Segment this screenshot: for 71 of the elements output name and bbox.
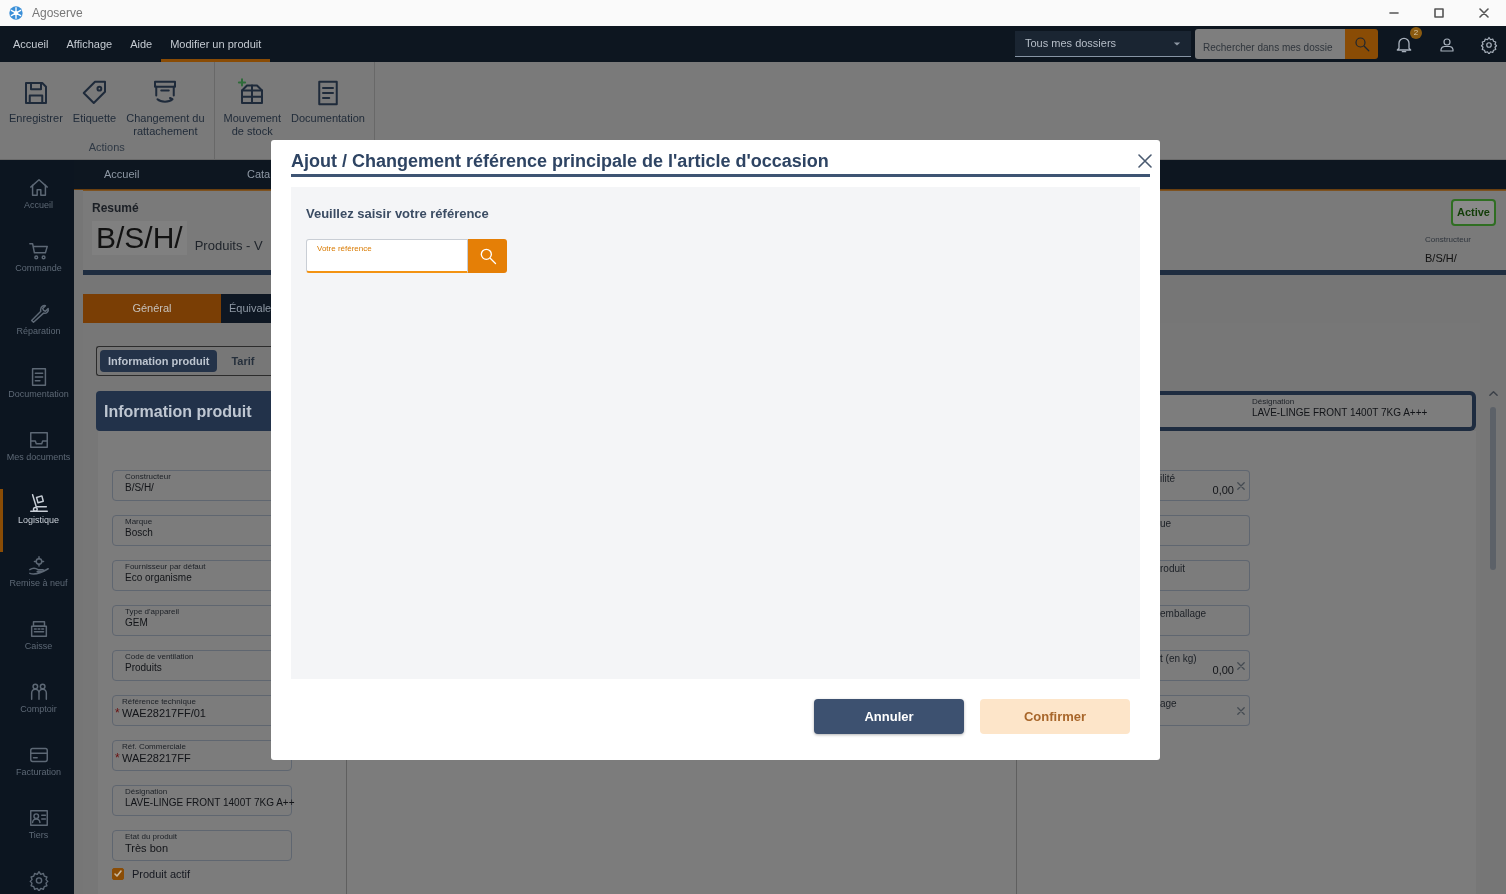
product-category: Produits - V <box>194 236 263 255</box>
close-icon <box>1138 153 1152 168</box>
gear-hand-icon <box>27 555 50 577</box>
scrollbar-thumb[interactable] <box>1490 407 1496 570</box>
sidebar-item[interactable]: Tiers <box>0 804 74 867</box>
sidebar-item[interactable]: Logistique <box>0 489 74 552</box>
cancel-button[interactable]: Annuler <box>814 698 964 734</box>
breadcrumb-link[interactable]: Accueil <box>104 166 247 183</box>
id-card-icon <box>27 807 50 829</box>
menu-tab[interactable]: Affichage <box>57 26 122 62</box>
field-value: LAVE-LINGE FRONT 1400T 7KG A+++ <box>1252 406 1429 419</box>
sub-tab[interactable]: Information produit <box>100 350 218 372</box>
toolbar-button[interactable]: Enregistrer <box>4 76 68 140</box>
checkbox-label: Produit actif <box>132 866 191 882</box>
sidebar-item[interactable]: Mes documents <box>0 426 74 489</box>
toolbar-button[interactable]: Documentation <box>286 76 370 140</box>
settings-icon <box>27 870 50 891</box>
status-badge: Active <box>1450 199 1496 226</box>
check-icon <box>113 869 123 879</box>
cart-icon <box>27 240 50 262</box>
search-field[interactable]: Rechercher dans mes dossie <box>1195 29 1345 59</box>
toolbar-button[interactable]: Changement du rattachement <box>121 76 210 140</box>
dropdown-field[interactable]: Etat du produit Très bon <box>112 830 292 861</box>
sidebar-item[interactable]: Caisse <box>0 615 74 678</box>
folder-dropdown[interactable]: Tous mes dossiers <box>1015 31 1191 57</box>
sidebar-item[interactable]: Facturation <box>0 741 74 804</box>
caret-up-icon <box>1488 389 1498 399</box>
app-logo-icon <box>8 5 24 21</box>
sidebar-item[interactable]: Commande <box>0 237 74 300</box>
clear-icon <box>1237 661 1245 670</box>
input-field[interactable]: Désignation LAVE-LINGE FRONT 1400T 7KG A++ <box>112 785 292 816</box>
clear-icon <box>1237 481 1245 490</box>
user-icon <box>1438 35 1456 54</box>
field-label: Désignation <box>1252 398 1296 407</box>
sidebar-item[interactable]: Réparation <box>0 300 74 363</box>
sidebar-item[interactable]: Comptoir <box>0 678 74 741</box>
field-label: Votre référence <box>317 243 372 256</box>
toolbar-button[interactable]: Etiquette <box>67 76 122 140</box>
toolbar-button[interactable]: Mouvement de stock <box>218 76 286 140</box>
sidebar-item[interactable]: Remise à neuf <box>0 552 74 615</box>
clear-icon <box>1237 706 1245 715</box>
window-title: Agoserve <box>32 5 83 22</box>
sidebar-item[interactable]: Accueil <box>0 174 74 237</box>
required-mark: * <box>115 705 120 722</box>
section-header: Information produit <box>96 391 271 431</box>
dropdown-caret-icon <box>1173 39 1181 48</box>
search-icon <box>1352 35 1371 53</box>
input-field[interactable]: * Réf. Commerciale WAE28217FF <box>112 740 292 771</box>
inbox-icon <box>27 429 50 451</box>
summary-title: Resumé <box>92 200 140 217</box>
maker-label: Constructeur <box>1425 233 1471 246</box>
search-button[interactable] <box>468 239 507 274</box>
hand-truck-icon <box>27 492 50 514</box>
notification-count: 2 <box>1410 27 1422 39</box>
product-code: B/S/H/ <box>92 221 187 255</box>
required-mark: * <box>115 750 120 767</box>
maximize-icon <box>1433 8 1444 18</box>
sub-tab[interactable]: Tarif <box>223 350 263 372</box>
menu-tab[interactable]: Aide <box>121 26 162 62</box>
search-button[interactable] <box>1345 29 1378 59</box>
reference-field[interactable] <box>306 239 468 274</box>
checkbox[interactable] <box>112 868 124 880</box>
group-label: Actions <box>88 140 125 156</box>
maker-value: B/S/H/ <box>1425 250 1457 266</box>
menu-tab[interactable]: Accueil <box>4 26 58 62</box>
prompt-text: Veuillez saisir votre référence <box>306 204 490 223</box>
sidebar-item[interactable]: Documentation <box>0 363 74 426</box>
close-icon <box>1478 8 1489 18</box>
tab[interactable]: Général <box>83 294 221 323</box>
home-icon <box>27 177 50 199</box>
settings-icon <box>1480 35 1498 54</box>
